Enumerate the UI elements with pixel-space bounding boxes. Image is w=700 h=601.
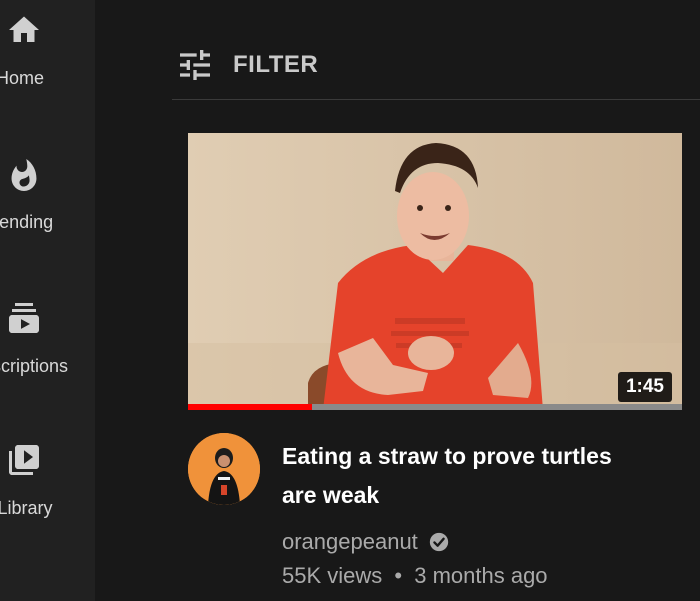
video-thumbnail[interactable]: 1:45 [188,133,682,410]
avatar-image [188,433,260,505]
watch-progress-bar [188,404,682,410]
duration-badge: 1:45 [617,372,672,402]
sidebar-item-trending[interactable]: Trending [0,158,95,278]
channel-name-row[interactable]: orangepeanut [282,529,450,555]
watch-progress-fill [188,404,312,410]
sidebar-item-library[interactable]: Library [0,442,95,562]
divider [172,99,700,100]
library-icon [9,445,39,475]
upload-age: 3 months ago [414,563,548,588]
filter-button[interactable]: FILTER [175,45,318,85]
sidebar: Home Trending Subscriptions Library [0,0,95,601]
verified-check-icon [429,532,448,552]
filter-sliders-icon [180,50,210,80]
filter-label: FILTER [233,51,319,78]
thumbnail-image [188,133,682,410]
video-meta: Eating a straw to prove turtles are weak… [188,433,698,601]
view-count: 55K views [282,563,383,588]
subscriptions-icon [9,303,39,333]
app-window: Home Trending Subscriptions Library [0,0,700,601]
sidebar-item-label: Subscriptions [0,356,69,376]
flame-icon [11,159,37,191]
separator-dot: • [394,563,403,588]
sidebar-item-label: Trending [0,212,54,232]
channel-name: orangepeanut [282,529,418,554]
sidebar-item-label: Library [0,498,53,518]
video-title[interactable]: Eating a straw to prove turtles are weak [282,437,612,515]
home-icon [9,16,39,42]
sidebar-item-home[interactable]: Home [0,12,95,132]
sidebar-item-label: Home [0,68,44,88]
sidebar-item-subscriptions[interactable]: Subscriptions [0,300,95,420]
channel-avatar[interactable] [188,433,260,505]
main-content: FILTER 1:45 Eating a straw to prove turt… [95,0,700,601]
video-stats: 55K views • 3 months ago [282,563,548,589]
